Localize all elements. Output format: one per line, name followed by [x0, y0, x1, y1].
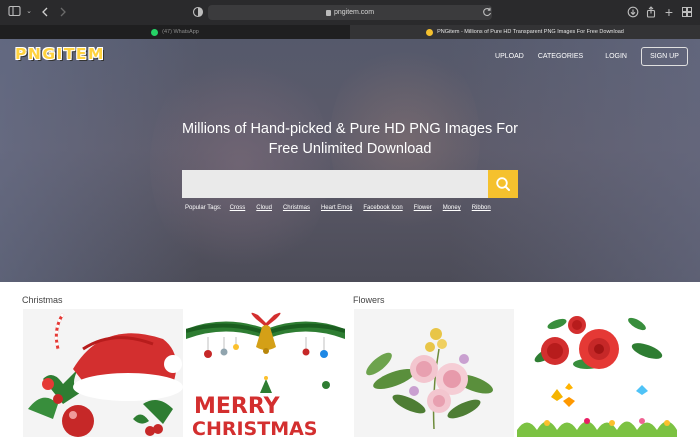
forward-icon[interactable] [56, 5, 70, 19]
headline-line-1: Millions of Hand-picked & Pure HD PNG Im… [181, 121, 519, 137]
tab-whatsapp[interactable]: (47) WhatsApp [0, 25, 350, 39]
thumbnail-red-roses[interactable] [517, 309, 677, 373]
tag-cloud[interactable]: Cloud [256, 205, 272, 211]
top-nav: UPLOAD CATEGORIES LOGIN SIGN UP [481, 47, 688, 66]
hero-headline: Millions of Hand-picked & Pure HD PNG Im… [150, 119, 550, 159]
christmas-text: CHRISTMAS [192, 418, 318, 437]
sidebar-toggle-icon[interactable] [8, 5, 22, 19]
search-bar [182, 170, 518, 198]
tag-cross[interactable]: Cross [230, 205, 246, 211]
tab-bar: (47) WhatsApp PNGitem - Millions of Pure… [0, 25, 700, 39]
headline-line-2: Free Unlimited Download [268, 141, 432, 157]
nav-categories[interactable]: CATEGORIES [538, 53, 583, 60]
popular-tags-label: Popular Tags: [185, 205, 222, 211]
section-title-flowers[interactable]: Flowers [353, 295, 385, 305]
search-icon [496, 177, 510, 191]
reload-icon[interactable] [480, 5, 494, 19]
red-roses-image [534, 316, 663, 369]
flower-meadow-image [517, 383, 677, 437]
back-icon[interactable] [38, 5, 52, 19]
tag-money[interactable]: Money [443, 205, 461, 211]
tag-ribbon[interactable]: Ribbon [472, 205, 491, 211]
thumbnail-merry-christmas[interactable]: MERRY CHRISTMAS [186, 375, 345, 437]
thumbnail-santa-hat[interactable] [23, 309, 183, 437]
tag-heart-emoji[interactable]: Heart Emoji [321, 205, 352, 211]
address-bar[interactable]: pngitem.com [208, 5, 492, 20]
section-title-christmas[interactable]: Christmas [22, 295, 63, 305]
new-tab-icon[interactable]: + [662, 5, 676, 19]
nav-upload[interactable]: UPLOAD [495, 53, 524, 60]
tab-label: PNGitem - Millions of Pure HD Transparen… [437, 29, 624, 35]
tab-label: (47) WhatsApp [162, 29, 199, 35]
privacy-shield-icon[interactable] [191, 5, 205, 19]
tab-pngitem[interactable]: PNGitem - Millions of Pure HD Transparen… [350, 25, 700, 39]
flower-bouquet-image [366, 328, 493, 430]
lock-icon [325, 9, 331, 16]
thumbnail-christmas-garland[interactable] [186, 309, 345, 373]
tag-flower[interactable]: Flower [414, 205, 432, 211]
search-input[interactable] [182, 170, 488, 198]
chevron-down-icon[interactable]: ⌄ [22, 5, 36, 19]
download-icon[interactable] [626, 5, 640, 19]
tag-facebook-icon[interactable]: Facebook Icon [363, 205, 402, 211]
thumbnail-flower-bouquet[interactable] [354, 309, 514, 437]
pngitem-favicon-icon [426, 28, 434, 36]
hero-banner: PNGITEM UPLOAD CATEGORIES LOGIN SIGN UP … [0, 39, 700, 282]
browser-toolbar: ⌄ pngitem.com + [0, 0, 700, 25]
url-text: pngitem.com [333, 9, 375, 16]
santa-hat-image [28, 313, 183, 437]
site-logo[interactable]: PNGITEM [15, 45, 105, 63]
nav-login[interactable]: LOGIN [605, 53, 627, 60]
whatsapp-icon [151, 28, 159, 36]
thumbnail-flower-meadow[interactable] [517, 375, 677, 437]
tag-christmas[interactable]: Christmas [283, 205, 310, 211]
tab-overview-icon[interactable] [680, 5, 694, 19]
garland-image [186, 312, 345, 358]
search-button[interactable] [488, 170, 518, 198]
share-icon[interactable] [644, 5, 658, 19]
merry-text: MERRY [194, 394, 281, 419]
popular-tags: Popular Tags: Cross Cloud Christmas Hear… [185, 205, 491, 211]
merry-christmas-image: MERRY CHRISTMAS [192, 376, 330, 437]
signup-button[interactable]: SIGN UP [641, 47, 688, 66]
